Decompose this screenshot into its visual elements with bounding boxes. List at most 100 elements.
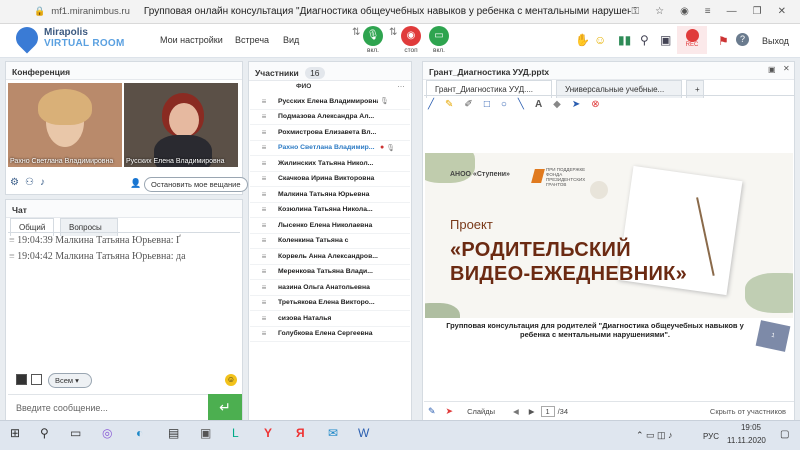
speaker-icon[interactable]: ♪ <box>40 177 45 188</box>
participant-row[interactable]: ≡ Меренкова Татьяна Влади... <box>250 265 410 280</box>
star-icon[interactable]: ☆ <box>655 6 664 17</box>
more-options-icon[interactable]: … <box>397 80 405 89</box>
record-button[interactable]: REC <box>677 26 707 54</box>
pencil-icon[interactable]: ✐ <box>464 99 472 110</box>
drag-handle-icon[interactable]: ≡ <box>250 329 278 338</box>
video-tile-2[interactable]: Русских Елена Владимировна <box>124 83 238 167</box>
clock-time[interactable]: 19:05 <box>731 423 771 432</box>
participant-row[interactable]: ≡ Третьякова Елена Викторо... <box>250 296 410 311</box>
drag-handle-icon[interactable]: ≡ <box>250 174 278 183</box>
screen-share-button[interactable]: ▭ вкл. <box>426 26 452 54</box>
menu-my-settings[interactable]: Мои настройки <box>160 35 223 45</box>
camera-slider-icon[interactable]: ⇅ <box>389 27 397 38</box>
app-l-icon[interactable]: L <box>232 426 239 440</box>
next-slide-button[interactable]: ▶ <box>529 407 535 416</box>
maximize-icon[interactable]: ▣ <box>768 65 776 74</box>
task-view-icon[interactable]: ▭ <box>70 426 81 440</box>
pointer-mode-icon[interactable]: ➤ <box>446 406 454 417</box>
yandex-browser-icon[interactable]: Y <box>264 426 272 440</box>
chat-input[interactable]: Введите сообщение... <box>8 394 208 418</box>
tab-general[interactable]: Общий <box>10 218 55 236</box>
help-icon[interactable]: ? <box>736 33 749 46</box>
users-icon[interactable]: ⚇ <box>25 177 34 188</box>
key-icon[interactable]: ⚿ <box>631 6 639 17</box>
send-button[interactable]: ↵ <box>208 394 242 420</box>
draw-mode-icon[interactable]: ✎ <box>428 406 436 417</box>
participant-row[interactable]: ≡ Лысенко Елена Николаевна <box>250 218 410 234</box>
drag-handle-icon[interactable]: ≡ <box>250 143 278 152</box>
exit-button[interactable]: Выход <box>762 36 789 46</box>
language-flag-icon[interactable]: ⚑ <box>718 34 729 48</box>
participant-row[interactable]: ≡ Рохмистрова Елизавета Вл... <box>250 125 410 141</box>
stats-icon[interactable]: ▮▮ <box>618 33 631 47</box>
layout-icon[interactable]: ▣ <box>660 33 671 47</box>
drag-handle-icon[interactable]: ≡ <box>250 236 278 245</box>
clear-icon[interactable]: ⊗ <box>591 99 599 110</box>
participant-row[interactable]: ≡ Малкина Татьяна Юрьевна <box>250 187 410 203</box>
drag-handle-icon[interactable]: ≡ <box>250 221 278 230</box>
camera-button[interactable]: ◉ стоп <box>398 26 424 54</box>
camera-settings-icon[interactable]: ⚙ <box>10 177 19 188</box>
participant-row[interactable]: ≡ Рахно Светлана Владимир... ● 🎙 <box>250 141 410 156</box>
background-color-icon[interactable] <box>31 374 42 385</box>
line-icon[interactable]: ╲ <box>518 99 524 110</box>
drag-handle-icon[interactable]: ≡ <box>250 283 278 292</box>
drag-handle-icon[interactable]: ≡ <box>250 298 278 307</box>
prev-slide-button[interactable]: ◀ <box>513 407 519 416</box>
close-icon[interactable]: ✕ <box>778 6 786 17</box>
circle-icon[interactable]: ○ <box>501 99 507 110</box>
rectangle-icon[interactable]: □ <box>484 99 490 110</box>
column-header-name[interactable]: ФИО <box>296 83 311 90</box>
participant-row[interactable]: ≡ Жилинских Татьяна Никол... <box>250 156 410 172</box>
pen-icon[interactable]: ╱ <box>428 99 434 110</box>
tab-questions[interactable]: Вопросы <box>60 218 118 236</box>
marker-icon[interactable]: ✎ <box>445 99 453 110</box>
notifications-icon[interactable]: ▢ <box>780 429 789 440</box>
yandex-icon[interactable]: Я <box>296 426 305 440</box>
drag-handle-icon[interactable]: ≡ <box>250 314 278 323</box>
text-icon[interactable]: A <box>535 99 542 110</box>
address-bar[interactable]: mf1.miranimbus.ru <box>51 6 130 17</box>
restore-icon[interactable]: ❐ <box>753 6 762 17</box>
menu-view[interactable]: Вид <box>283 35 299 45</box>
network-icon[interactable]: ⚲ <box>640 33 649 47</box>
emoji-icon[interactable]: ☺ <box>225 374 237 386</box>
close-panel-icon[interactable]: ✕ <box>783 64 790 73</box>
video-tile-1[interactable]: Рахно Светлана Владимировна <box>8 83 122 167</box>
store-icon[interactable]: ▣ <box>200 426 211 440</box>
stop-broadcast-button[interactable]: Остановить мое вещание <box>144 177 248 192</box>
microphone-button[interactable]: 🎙 вкл. <box>360 26 386 54</box>
pointer-icon[interactable]: ➤ <box>572 99 580 110</box>
drag-handle-icon[interactable]: ≡ <box>250 97 278 106</box>
participant-row[interactable]: ≡ сизова Наталья <box>250 311 410 327</box>
keyboard-language[interactable]: РУС <box>703 432 719 441</box>
menu-meeting[interactable]: Встреча <box>235 35 269 45</box>
files-icon[interactable]: ▤ <box>168 426 179 440</box>
windows-start-icon[interactable]: ⊞ <box>10 426 20 440</box>
alice-icon[interactable]: ◎ <box>102 426 112 440</box>
drag-handle-icon[interactable]: ≡ <box>250 252 278 261</box>
participant-row[interactable]: ≡ Подмазова Александра Ал... <box>250 110 410 125</box>
participant-row[interactable]: ≡ назина Ольга Анатольевна <box>250 280 410 296</box>
participant-row[interactable]: ≡ Русских Елена Владимировна 🎙 <box>250 94 410 110</box>
edge-icon[interactable]: ◐ <box>136 426 143 440</box>
drag-handle-icon[interactable]: ≡ <box>250 267 278 276</box>
profile-icon[interactable]: ◉ <box>680 6 689 17</box>
participant-row[interactable]: ≡ Голубкова Елена Сергеевна <box>250 327 410 342</box>
mail-icon[interactable]: ✉ <box>328 426 338 440</box>
minimize-icon[interactable]: — <box>727 6 737 17</box>
font-color-icon[interactable] <box>16 374 27 385</box>
tray-icons[interactable]: ⌃ ▭ ◫ ♪ <box>636 430 673 441</box>
slide-number-input[interactable]: 1 <box>540 405 555 417</box>
participant-row[interactable]: ≡ Скачкова Ирина Викторовна <box>250 172 410 187</box>
emoji-icon[interactable]: ☺ <box>594 33 606 47</box>
lock-icon[interactable]: 🔒 <box>34 6 45 17</box>
clock-date[interactable]: 11.11.2020 <box>727 436 766 445</box>
eraser-icon[interactable]: ◆ <box>553 99 561 110</box>
menu-icon[interactable]: ≡ <box>705 6 711 17</box>
participant-row[interactable]: ≡ Коленкина Татьяна с <box>250 234 410 249</box>
raise-hand-icon[interactable]: ✋ <box>575 33 590 47</box>
participant-row[interactable]: ≡ Козюлина Татьяна Никола... <box>250 203 410 218</box>
drag-handle-icon[interactable]: ≡ <box>250 205 278 214</box>
word-icon[interactable]: W <box>358 426 369 440</box>
